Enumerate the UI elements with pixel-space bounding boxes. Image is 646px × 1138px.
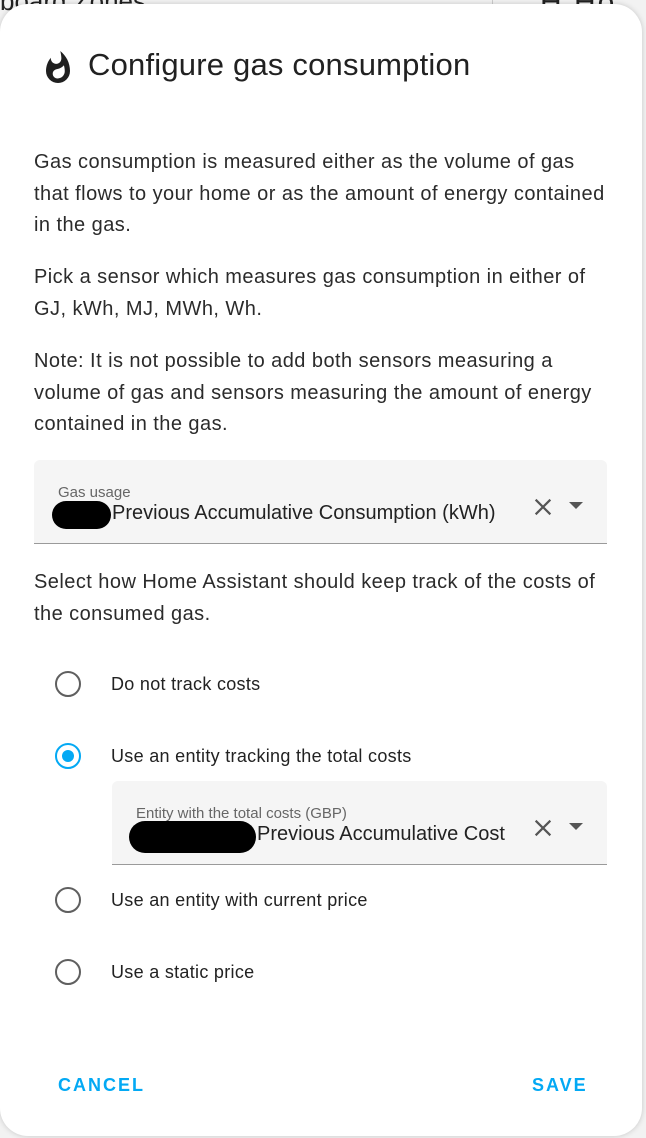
- cost-option-none[interactable]: Do not track costs: [55, 671, 260, 697]
- radio-button[interactable]: [55, 671, 81, 697]
- total-cost-value: Previous Accumulative Cost: [257, 823, 505, 845]
- menu-down-icon[interactable]: [569, 823, 583, 830]
- gas-usage-select[interactable]: Gas usage Previous Accumulative Consumpt…: [34, 460, 607, 544]
- menu-down-icon[interactable]: [569, 502, 583, 509]
- description-text: Gas consumption is measured either as th…: [34, 151, 605, 236]
- cost-option-label: Use an entity with current price: [111, 889, 368, 910]
- radio-button[interactable]: [55, 887, 81, 913]
- fire-icon: [46, 51, 70, 83]
- cost-option-static-price[interactable]: Use a static price: [55, 959, 254, 985]
- unit-hint-text: Pick a sensor which measures gas consump…: [34, 266, 586, 320]
- cost-option-label: Use an entity tracking the total costs: [111, 745, 412, 766]
- gas-usage-label: Gas usage: [58, 484, 131, 501]
- cost-option-total-entity[interactable]: Use an entity tracking the total costs: [55, 743, 412, 769]
- cost-option-price-entity[interactable]: Use an entity with current price: [55, 887, 368, 913]
- gas-usage-value: Previous Accumulative Consumption (kWh): [112, 502, 496, 524]
- radio-button[interactable]: [55, 959, 81, 985]
- total-cost-label: Entity with the total costs (GBP): [136, 805, 347, 822]
- cost-option-label: Use a static price: [111, 961, 255, 982]
- redacted-entity-name: [52, 501, 111, 529]
- close-icon[interactable]: [532, 817, 554, 839]
- redacted-entity-name: [129, 821, 256, 853]
- cost-prompt-text: Select how Home Assistant should keep tr…: [34, 571, 596, 625]
- cost-option-label: Do not track costs: [111, 673, 261, 694]
- close-icon[interactable]: [532, 496, 554, 518]
- dialog-title: Configure gas consumption: [88, 47, 471, 82]
- radio-button-checked[interactable]: [55, 743, 81, 769]
- total-cost-entity-select[interactable]: Entity with the total costs (GBP) Previo…: [112, 781, 607, 865]
- configure-gas-dialog: Configure gas consumption Gas consumptio…: [0, 4, 642, 1136]
- cancel-button[interactable]: CANCEL: [58, 1075, 145, 1096]
- dialog-header: Configure gas consumption: [40, 42, 470, 88]
- note-text: Note: It is not possible to add both sen…: [34, 350, 592, 435]
- save-button[interactable]: SAVE: [532, 1075, 588, 1096]
